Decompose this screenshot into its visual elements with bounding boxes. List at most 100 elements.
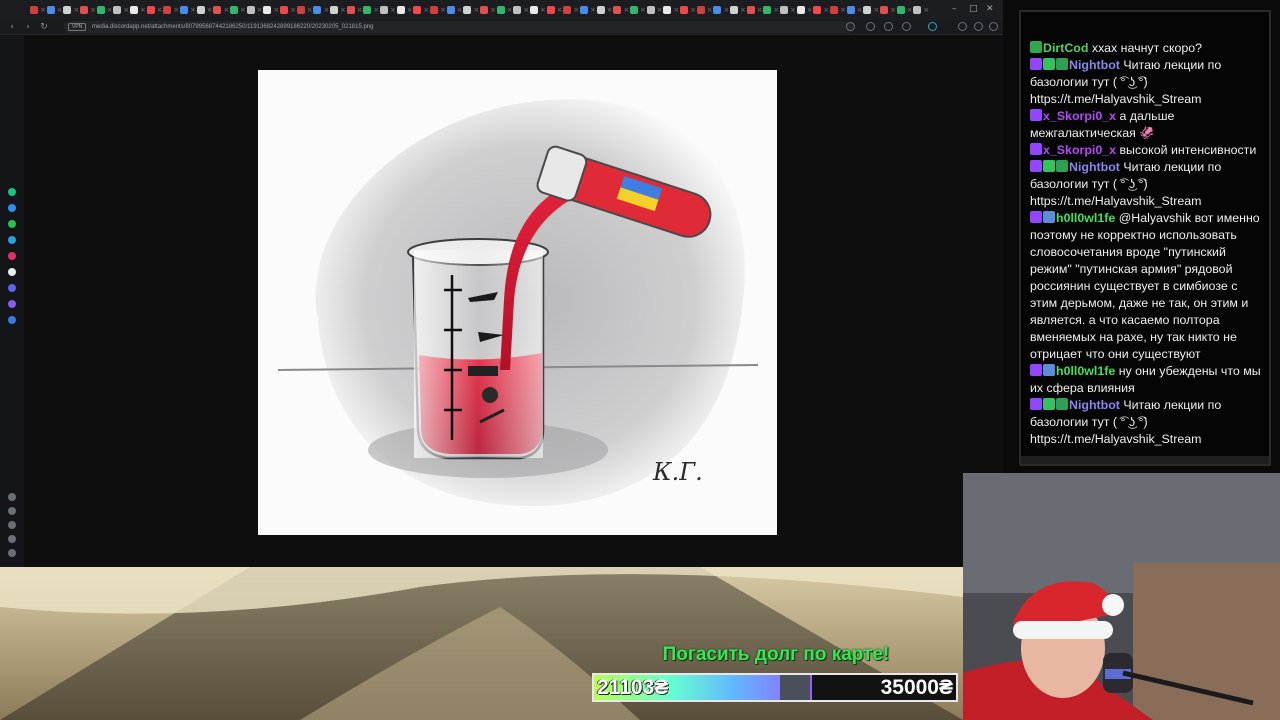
tab-close-icon[interactable]: × bbox=[723, 6, 729, 14]
browser-tab[interactable]: × bbox=[746, 4, 763, 16]
tab-close-icon[interactable]: × bbox=[290, 6, 296, 14]
browser-tab[interactable]: × bbox=[680, 4, 696, 16]
tab-close-icon[interactable]: × bbox=[173, 6, 179, 14]
browser-tab[interactable]: × bbox=[546, 4, 563, 16]
tab-close-icon[interactable]: × bbox=[490, 6, 496, 14]
menu-icon[interactable] bbox=[989, 22, 998, 31]
tab-close-icon[interactable]: × bbox=[223, 6, 229, 14]
browser-tab[interactable]: × bbox=[730, 4, 746, 16]
tab-close-icon[interactable]: × bbox=[757, 6, 763, 14]
browser-tab[interactable]: × bbox=[613, 4, 629, 16]
browser-tab[interactable]: × bbox=[763, 4, 779, 16]
sidebar-x-icon[interactable] bbox=[8, 268, 16, 276]
tab-close-icon[interactable]: × bbox=[523, 6, 529, 14]
browser-tab[interactable]: × bbox=[530, 4, 546, 16]
tab-close-icon[interactable]: × bbox=[123, 6, 129, 14]
tab-close-icon[interactable]: × bbox=[873, 6, 879, 14]
tab-close-icon[interactable]: × bbox=[190, 6, 196, 14]
browser-tab[interactable]: × bbox=[480, 4, 496, 16]
browser-tab[interactable]: × bbox=[330, 4, 346, 16]
blue-globe-badge-icon[interactable] bbox=[1043, 364, 1055, 376]
purple-badge-icon[interactable] bbox=[1030, 143, 1042, 155]
chat-username[interactable]: x_Skorpi0_x bbox=[1043, 143, 1116, 157]
browser-tab[interactable]: × bbox=[363, 4, 379, 16]
tab-close-icon[interactable]: × bbox=[690, 6, 696, 14]
browser-tab[interactable]: × bbox=[496, 4, 513, 16]
browser-tab[interactable]: × bbox=[463, 4, 479, 16]
url-field[interactable]: VPN media.discordapp.net/attachments/807… bbox=[64, 21, 854, 33]
tab-close-icon[interactable]: × bbox=[657, 6, 663, 14]
chat-username[interactable]: h0ll0wl1fe bbox=[1056, 211, 1115, 225]
tab-close-icon[interactable]: × bbox=[90, 6, 96, 14]
browser-tab[interactable]: × bbox=[180, 4, 196, 16]
reload-icon[interactable]: ↻ bbox=[38, 21, 50, 33]
tab-close-icon[interactable]: × bbox=[390, 6, 396, 14]
browser-tab[interactable]: × bbox=[30, 4, 46, 16]
tab-close-icon[interactable]: × bbox=[407, 6, 413, 14]
purple-badge-icon[interactable] bbox=[1030, 58, 1042, 70]
browser-tab[interactable]: × bbox=[446, 4, 463, 16]
tab-close-icon[interactable]: × bbox=[423, 6, 429, 14]
sidebar-messenger-icon[interactable] bbox=[8, 204, 16, 212]
green-badge-icon[interactable] bbox=[1043, 160, 1055, 172]
tab-close-icon[interactable]: × bbox=[273, 6, 279, 14]
green-k-badge-icon[interactable] bbox=[1030, 41, 1042, 53]
purple-badge-icon[interactable] bbox=[1030, 211, 1042, 223]
browser-tab[interactable]: × bbox=[380, 4, 396, 16]
browser-tab[interactable]: × bbox=[296, 4, 313, 16]
sidebar-history-icon[interactable] bbox=[8, 493, 16, 501]
tab-close-icon[interactable]: × bbox=[673, 6, 679, 14]
chat-username[interactable]: h0ll0wl1fe bbox=[1056, 364, 1115, 378]
browser-tab[interactable]: × bbox=[880, 4, 896, 16]
chat-username[interactable]: Nightbot bbox=[1069, 58, 1120, 72]
browser-tab[interactable]: × bbox=[130, 4, 146, 16]
tab-close-icon[interactable]: × bbox=[923, 6, 929, 14]
sidebar-instagram-icon[interactable] bbox=[8, 252, 16, 260]
download-icon[interactable] bbox=[902, 22, 911, 31]
tab-close-icon[interactable]: × bbox=[840, 6, 846, 14]
tab-close-icon[interactable]: × bbox=[240, 6, 246, 14]
browser-tab[interactable]: × bbox=[80, 4, 96, 16]
tab-close-icon[interactable]: × bbox=[740, 6, 746, 14]
chat-username[interactable]: Nightbot bbox=[1069, 160, 1120, 174]
sidebar-discord-icon[interactable] bbox=[8, 284, 16, 292]
profile-icon[interactable] bbox=[974, 22, 983, 31]
extension-icon[interactable] bbox=[928, 22, 937, 31]
tab-close-icon[interactable]: × bbox=[607, 6, 613, 14]
bookmark-icon[interactable] bbox=[884, 22, 893, 31]
browser-tab[interactable]: × bbox=[596, 4, 613, 16]
green-badge-icon[interactable] bbox=[1043, 398, 1055, 410]
tab-close-icon[interactable]: × bbox=[457, 6, 463, 14]
green-box-badge-icon[interactable] bbox=[1056, 160, 1068, 172]
sidebar-more-icon[interactable] bbox=[8, 549, 16, 557]
browser-tab[interactable]: × bbox=[280, 4, 296, 16]
minimize-icon[interactable]: – bbox=[952, 3, 957, 15]
forward-arrow-icon[interactable]: › bbox=[22, 21, 34, 33]
maximize-icon[interactable]: □ bbox=[969, 3, 978, 15]
tab-close-icon[interactable]: × bbox=[373, 6, 379, 14]
tab-close-icon[interactable]: × bbox=[557, 6, 563, 14]
sidebar-app-icon[interactable] bbox=[8, 188, 16, 196]
tab-close-icon[interactable]: × bbox=[857, 6, 863, 14]
tab-close-icon[interactable]: × bbox=[73, 6, 79, 14]
sidebar-vk-icon[interactable] bbox=[8, 316, 16, 324]
blue-globe-badge-icon[interactable] bbox=[1043, 211, 1055, 223]
tab-close-icon[interactable]: × bbox=[590, 6, 596, 14]
browser-tab[interactable]: × bbox=[513, 4, 529, 16]
tab-close-icon[interactable]: × bbox=[573, 6, 579, 14]
browser-tab[interactable]: × bbox=[563, 4, 579, 16]
browser-tab[interactable]: × bbox=[663, 4, 679, 16]
url-text[interactable]: media.discordapp.net/attachments/8079956… bbox=[92, 22, 373, 32]
sidebar-twitch-icon[interactable] bbox=[8, 300, 16, 308]
search-icon[interactable] bbox=[846, 22, 855, 31]
browser-tab[interactable]: × bbox=[913, 4, 929, 16]
browser-tab[interactable]: × bbox=[346, 4, 363, 16]
browser-tab[interactable]: × bbox=[630, 4, 646, 16]
cartoon-image[interactable]: К.Г. bbox=[258, 70, 777, 535]
browser-tab[interactable]: × bbox=[230, 4, 246, 16]
tab-close-icon[interactable]: × bbox=[823, 6, 829, 14]
browser-tab[interactable]: × bbox=[713, 4, 729, 16]
sidebar-notes-icon[interactable] bbox=[8, 507, 16, 515]
browser-tab[interactable]: × bbox=[146, 4, 163, 16]
tab-close-icon[interactable]: × bbox=[507, 6, 513, 14]
